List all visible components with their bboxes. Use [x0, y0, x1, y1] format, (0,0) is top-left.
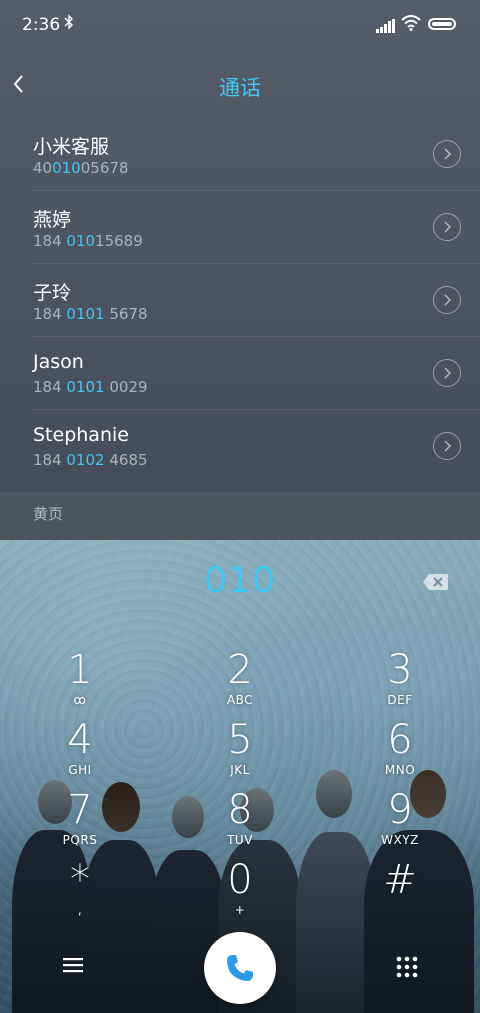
key-digit: 5	[227, 717, 253, 763]
voicemail-icon: ꝏ	[73, 693, 87, 707]
contact-detail-button[interactable]	[433, 213, 461, 241]
contact-name: 燕婷	[33, 209, 72, 231]
contact-detail-button[interactable]	[433, 432, 461, 460]
contact-name: Jason	[33, 351, 84, 373]
key-2[interactable]: 2 ABC	[180, 648, 300, 716]
yellow-pages-section[interactable]: 黄页	[0, 492, 480, 540]
contact-number: 184 0102 4685	[33, 451, 148, 469]
contact-detail-button[interactable]	[433, 359, 461, 387]
key-digit: *	[70, 857, 90, 903]
chevron-right-icon	[444, 294, 452, 306]
call-list-panel: 2:36 通话 小米客服 4001005678 燕婷 184 01015689 …	[0, 0, 480, 540]
key-digit: 6	[387, 717, 413, 763]
key-7[interactable]: 7 PQRS	[20, 788, 140, 856]
key-digit: 2	[227, 647, 253, 693]
key-digit: 4	[67, 717, 93, 763]
keypad-toggle-button[interactable]	[396, 956, 418, 978]
chevron-right-icon	[444, 221, 452, 233]
key-letters: GHI	[68, 763, 92, 777]
contact-row[interactable]: 子玲 184 0101 5678	[0, 264, 480, 337]
key-letters: +	[234, 903, 246, 917]
contact-row[interactable]: 燕婷 184 01015689	[0, 191, 480, 264]
chevron-right-icon	[444, 440, 452, 452]
key-0[interactable]: 0 +	[180, 858, 300, 926]
key-letters: PQRS	[62, 833, 98, 847]
key-9[interactable]: 9 WXYZ	[340, 788, 460, 856]
battery-icon	[428, 18, 456, 30]
dialed-number: 010	[204, 560, 276, 601]
contact-list: 小米客服 4001005678 燕婷 184 01015689 子玲 184 0…	[0, 118, 480, 483]
signal-icon	[376, 18, 396, 37]
key-letters: JKL	[230, 763, 250, 777]
contact-row[interactable]: 小米客服 4001005678	[0, 118, 480, 191]
key-letters: DEF	[387, 693, 413, 707]
bluetooth-icon	[64, 14, 74, 34]
key-letters: TUV	[227, 833, 253, 847]
menu-button[interactable]	[62, 956, 84, 974]
backspace-button[interactable]	[422, 573, 449, 591]
key-letters: MNO	[384, 763, 416, 777]
contact-detail-button[interactable]	[433, 140, 461, 168]
key-digit: 7	[67, 787, 93, 833]
key-1[interactable]: 1 ꝏ	[20, 648, 140, 716]
contact-number: 184 0101 5678	[33, 305, 148, 323]
key-digit: 9	[387, 787, 413, 833]
key-digit: 1	[67, 647, 93, 693]
contact-row[interactable]: Stephanie 184 0102 4685	[0, 410, 480, 483]
wifi-icon	[401, 15, 421, 35]
key-letters: ABC	[226, 693, 254, 707]
backspace-icon	[423, 574, 448, 590]
key-digit: 0	[227, 857, 253, 903]
status-time: 2:36	[22, 15, 61, 35]
key-digit: #	[383, 857, 417, 903]
dialer-panel: 010 1 ꝏ 2 ABC 3 DEF 4 GHI 5 JKL 6 MNO 7 …	[0, 540, 480, 1013]
contact-number: 4001005678	[33, 159, 129, 177]
contact-number: 184 0101 0029	[33, 378, 148, 396]
key-star[interactable]: * ,	[20, 858, 140, 926]
call-button[interactable]	[204, 932, 276, 1004]
page-title: 通话	[219, 76, 261, 100]
key-8[interactable]: 8 TUV	[180, 788, 300, 856]
menu-icon	[63, 958, 83, 973]
chevron-right-icon	[444, 367, 452, 379]
contact-name: 小米客服	[33, 136, 110, 158]
contact-row[interactable]: Jason 184 0101 0029	[0, 337, 480, 410]
header: 通话	[0, 60, 480, 108]
contact-number: 184 01015689	[33, 232, 143, 250]
key-3[interactable]: 3 DEF	[340, 648, 460, 716]
key-6[interactable]: 6 MNO	[340, 718, 460, 786]
key-digit: 3	[387, 647, 413, 693]
contact-name: Stephanie	[33, 424, 129, 446]
keypad-icon	[396, 956, 418, 978]
key-4[interactable]: 4 GHI	[20, 718, 140, 786]
key-digit: 8	[227, 787, 253, 833]
contact-name: 子玲	[33, 282, 72, 304]
status-bar: 2:36	[0, 0, 480, 52]
phone-icon	[227, 955, 253, 981]
key-letters: ,	[77, 903, 83, 917]
key-hash[interactable]: #	[340, 858, 460, 926]
chevron-right-icon	[444, 148, 452, 160]
contact-detail-button[interactable]	[433, 286, 461, 314]
key-letters: WXYZ	[381, 833, 419, 847]
key-5[interactable]: 5 JKL	[180, 718, 300, 786]
yellow-pages-label: 黄页	[33, 505, 64, 523]
